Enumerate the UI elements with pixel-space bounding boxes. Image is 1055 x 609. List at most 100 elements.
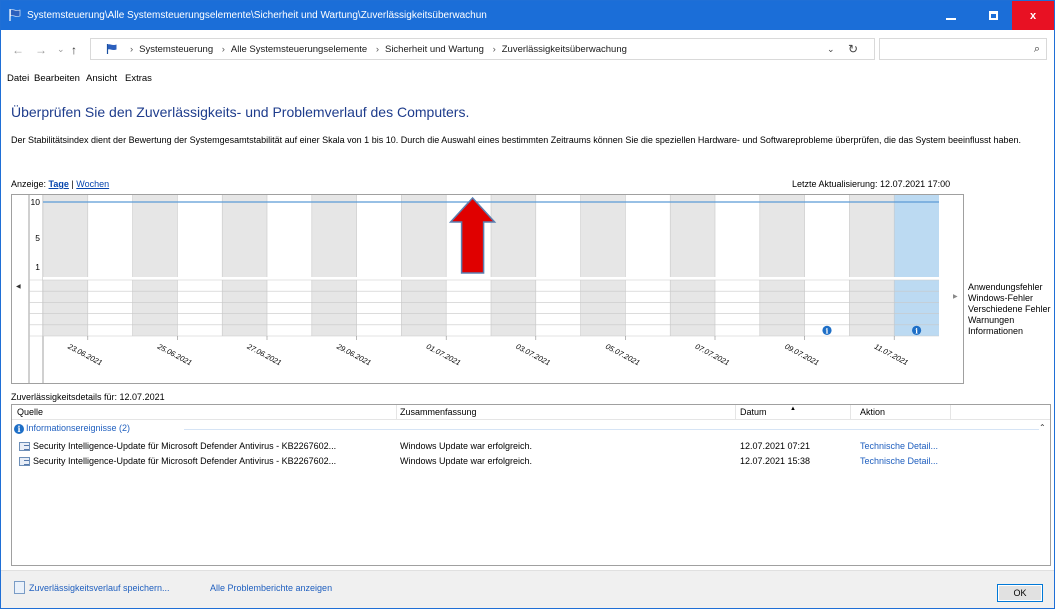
day-column[interactable] <box>849 195 895 336</box>
column-header-source[interactable]: Quelle <box>17 407 43 417</box>
chart-legend: Anwendungsfehler Windows-Fehler Verschie… <box>968 282 1051 337</box>
day-column[interactable] <box>625 195 671 336</box>
day-column[interactable] <box>311 195 357 336</box>
details-label: Zuverlässigkeitsdetails für: 12.07.2021 <box>11 392 165 402</box>
day-column[interactable] <box>535 195 581 336</box>
stability-chart-svg[interactable]: 10 5 1 i i 23.06.2021 25.06.2021 27.06.2021 29.0… <box>12 195 963 383</box>
breadcrumb-separator-icon[interactable]: › <box>376 44 379 55</box>
menu-bar: Datei Bearbeiten Ansicht Extras <box>1 70 1054 88</box>
menu-item-ansicht[interactable]: Ansicht <box>86 73 117 84</box>
technical-details-link[interactable]: Technische Detail... <box>860 441 938 451</box>
day-column[interactable] <box>804 195 850 336</box>
breadcrumb-item[interactable]: Sicherheit und Wartung <box>385 44 484 55</box>
stability-chart[interactable]: 10 5 1 i i 23.06.2021 25.06.2021 27.06.2021 29.0… <box>11 194 964 384</box>
info-marker-glyph: i <box>915 326 918 335</box>
menu-item-datei[interactable]: Datei <box>7 73 29 84</box>
day-column[interactable] <box>177 195 223 336</box>
refresh-icon[interactable]: ↻ <box>848 42 858 56</box>
breadcrumb: › Systemsteuerung › Alle Systemsteuerungse… <box>124 44 627 55</box>
day-column[interactable] <box>222 195 267 336</box>
legend-item: Warnungen <box>968 315 1015 325</box>
day-column[interactable] <box>87 195 133 336</box>
day-column[interactable] <box>491 195 536 336</box>
maximize-button[interactable] <box>972 1 1014 30</box>
chevron-up-icon[interactable]: ⌃ <box>1039 423 1046 432</box>
table-header: Quelle Zusammenfassung Datum ▲ Aktion <box>12 405 1050 420</box>
column-header-action[interactable]: Aktion <box>860 407 885 417</box>
ok-button[interactable]: OK <box>997 584 1043 602</box>
recent-locations-chevron-icon[interactable]: ⌄ <box>57 44 65 55</box>
date-label: 29.06.2021 <box>334 341 372 367</box>
breadcrumb-item[interactable]: Zuverlässigkeitsüberwachung <box>502 44 627 55</box>
scroll-left-arrow-icon[interactable]: ◀ <box>16 283 21 290</box>
last-update-text: Letzte Aktualisierung: 12.07.2021 17:00 <box>792 179 951 189</box>
row-summary: Windows Update war erfolgreich. <box>400 456 533 466</box>
view-separator: | <box>71 179 74 189</box>
up-arrow-icon[interactable]: ↑ <box>71 43 77 57</box>
reliability-monitor-window: Systemsteuerung\Alle Systemsteuerungsele… <box>0 0 1055 609</box>
day-column[interactable] <box>759 195 805 336</box>
save-history-link[interactable]: Zuverlässigkeitsverlauf speichern... <box>29 583 170 593</box>
scroll-right-arrow-icon[interactable]: ▶ <box>953 293 958 300</box>
menu-item-extras[interactable]: Extras <box>125 73 152 84</box>
maximize-icon <box>988 11 998 20</box>
y-tick-label: 1 <box>35 262 40 272</box>
day-column[interactable] <box>894 195 939 336</box>
group-header[interactable]: i Informationsereignisse (2) <box>14 423 130 434</box>
date-label: 11.07.2021 <box>873 342 910 367</box>
date-label: 03.07.2021 <box>514 342 551 368</box>
breadcrumb-item[interactable]: Systemsteuerung <box>139 44 213 55</box>
row-summary: Windows Update war erfolgreich. <box>400 441 533 451</box>
day-column[interactable] <box>580 195 626 336</box>
update-icon <box>19 457 30 466</box>
column-divider[interactable] <box>735 405 736 420</box>
y-tick-label: 5 <box>35 233 40 243</box>
column-header-summary[interactable]: Zusammenfassung <box>400 407 477 417</box>
info-icon: i <box>14 424 24 434</box>
footer-bar: Zuverlässigkeitsverlauf speichern... All… <box>1 570 1054 608</box>
title-bar[interactable]: Systemsteuerung\Alle Systemsteuerungsele… <box>1 1 1054 30</box>
search-input[interactable]: ⌕ <box>879 38 1047 60</box>
day-column[interactable] <box>132 195 178 336</box>
forward-arrow-icon[interactable]: → <box>35 43 47 57</box>
date-label: 07.07.2021 <box>694 342 731 368</box>
day-column[interactable] <box>356 195 402 336</box>
menu-item-bearbeiten[interactable]: Bearbeiten <box>34 73 80 84</box>
table-row[interactable]: Security Intelligence-Update für Microso… <box>12 440 1050 454</box>
chevron-down-icon[interactable]: ⌄ <box>827 44 835 55</box>
legend-item: Informationen <box>968 326 1024 336</box>
table-row[interactable]: Security Intelligence-Update für Microso… <box>12 455 1050 469</box>
technical-details-link[interactable]: Technische Detail... <box>860 456 938 466</box>
minimize-button[interactable] <box>930 1 972 30</box>
day-column[interactable] <box>401 195 447 336</box>
update-icon <box>19 442 30 451</box>
day-column[interactable] <box>43 195 88 336</box>
save-icon <box>14 581 25 594</box>
breadcrumb-separator-icon[interactable]: › <box>493 44 496 55</box>
window-title: Systemsteuerung\Alle Systemsteuerungsele… <box>27 10 487 21</box>
view-all-reports-link[interactable]: Alle Problemberichte anzeigen <box>210 583 332 593</box>
breadcrumb-separator-icon[interactable]: › <box>222 44 225 55</box>
day-column[interactable] <box>715 195 760 336</box>
view-weeks-link[interactable]: Wochen <box>76 179 109 189</box>
legend-item: Anwendungsfehler <box>968 282 1043 292</box>
day-column[interactable] <box>267 195 312 336</box>
minimize-icon <box>946 17 956 20</box>
group-label: Informationsereignisse (2) <box>26 423 131 433</box>
row-date: 12.07.2021 07:21 <box>740 441 811 451</box>
page-description: Der Stabilitätsindex dient der Bewertung… <box>11 135 1022 145</box>
flag-icon <box>9 9 21 21</box>
view-days-link[interactable]: Tage <box>49 179 69 189</box>
column-header-date[interactable]: Datum <box>740 407 767 417</box>
date-label: 09.07.2021 <box>783 342 820 368</box>
close-button[interactable]: x <box>1012 1 1054 30</box>
search-icon[interactable]: ⌕ <box>1034 43 1040 56</box>
column-divider[interactable] <box>396 405 397 420</box>
column-divider[interactable] <box>950 405 951 420</box>
day-column[interactable] <box>670 195 715 336</box>
breadcrumb-separator-icon: › <box>130 44 134 55</box>
column-divider[interactable] <box>850 405 851 420</box>
breadcrumb-item[interactable]: Alle Systemsteuerungselemente <box>231 44 367 55</box>
back-arrow-icon[interactable]: ← <box>12 43 24 57</box>
address-bar[interactable]: › Systemsteuerung › Alle Systemsteuerungse… <box>90 38 875 60</box>
